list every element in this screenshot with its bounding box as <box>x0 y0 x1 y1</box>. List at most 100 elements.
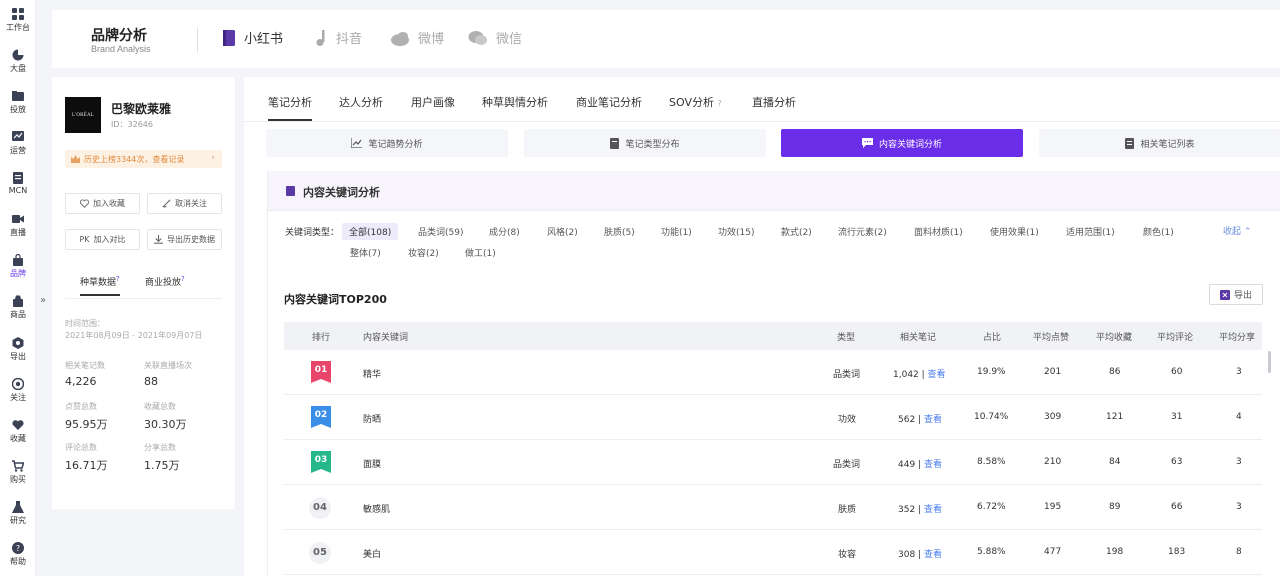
cell-likes: 477 <box>1044 547 1062 557</box>
date-range-label: 时间范围： <box>65 319 105 328</box>
add-compare-button[interactable]: PK 加入对比 <box>65 229 140 250</box>
analysis-tabs: 笔记分析 达人分析 用户画像 种草舆情分析 商业笔记分析 SOV分析 ? 直播分… <box>244 77 1280 122</box>
nav-item-research[interactable]: 研究 <box>0 501 36 526</box>
tab-live-analysis[interactable]: 直播分析 <box>752 94 796 110</box>
cell-ratio: 10.74% <box>974 412 1009 422</box>
stat-value: 1.75万 <box>144 459 180 472</box>
subtab-notes-trend[interactable]: 笔记趋势分析 <box>266 129 508 157</box>
keyword-filter[interactable]: 肤质(5) <box>604 225 635 238</box>
keyword-filter-all[interactable]: 全部(108) <box>342 223 399 240</box>
keyword-filter[interactable]: 流行元素(2) <box>838 225 887 238</box>
tab-kol-analysis[interactable]: 达人分析 <box>339 94 383 110</box>
history-ranking-link[interactable]: 历史上榜3344次，查看记录 › <box>65 150 222 168</box>
view-link[interactable]: 查看 <box>924 415 942 425</box>
tab-commercial-notes[interactable]: 商业笔记分析 <box>576 94 642 110</box>
nav-item-mcn[interactable]: MCN <box>0 172 36 195</box>
sidebar-expand-toggle[interactable]: » <box>40 295 46 306</box>
cell-shares: 8 <box>1236 547 1242 557</box>
platform-tab-weibo[interactable]: 微博 <box>390 28 444 47</box>
heart-outline-icon <box>80 199 89 208</box>
tab-commercial-ads[interactable]: 商业投放? <box>145 275 185 288</box>
nav-item-brand[interactable]: 品牌 <box>0 254 36 279</box>
platform-tab-xiaohongshu[interactable]: 小红书 <box>222 28 283 47</box>
tab-seeding-data[interactable]: 种草数据? <box>80 275 120 296</box>
page-subtitle: Brand Analysis <box>91 44 151 54</box>
help-icon: ? <box>12 542 24 554</box>
rank-badge: 01 <box>311 361 331 383</box>
subtab-content-keywords[interactable]: 内容关键词分析 <box>781 129 1023 157</box>
stat-value: 30.30万 <box>144 418 187 431</box>
cart-icon <box>12 460 24 472</box>
nav-item-follow[interactable]: 关注 <box>0 378 36 403</box>
subtab-related-notes[interactable]: 相关笔记列表 <box>1039 129 1280 157</box>
tab-user-profile[interactable]: 用户画像 <box>411 94 455 110</box>
cell-comments: 63 <box>1171 457 1183 467</box>
column-header: 内容关键词 <box>363 333 409 343</box>
table-scrollbar[interactable] <box>1268 351 1271 373</box>
unfollow-icon <box>162 199 171 208</box>
collapse-toggle[interactable]: 收起 ⌃ <box>1223 224 1251 237</box>
nav-item-export[interactable]: 导出 <box>0 337 36 362</box>
cell-type: 品类词 <box>833 370 861 380</box>
comment-icon <box>861 138 873 148</box>
nav-label: 收藏 <box>10 434 26 443</box>
notes-count: 449 <box>898 460 916 470</box>
nav-label: MCN <box>8 186 28 195</box>
nav-item-workbench[interactable]: 工作台 <box>0 8 36 33</box>
cell-keyword: 面膜 <box>363 460 382 470</box>
flask-icon <box>12 501 24 513</box>
keyword-filter[interactable]: 做工(1) <box>465 246 496 259</box>
shop-icon <box>13 295 23 307</box>
unfollow-button[interactable]: 取消关注 <box>147 193 222 214</box>
platform-tab-douyin[interactable]: 抖音 <box>314 28 362 47</box>
nav-item-collect[interactable]: 收藏 <box>0 419 36 444</box>
nav-item-goods[interactable]: 商品 <box>0 295 36 320</box>
nav-item-help[interactable]: ? 帮助 <box>0 542 36 567</box>
tab-notes-analysis[interactable]: 笔记分析 <box>268 94 312 121</box>
nav-item-operations[interactable]: 运营 <box>0 131 36 156</box>
tab-label: SOV分析 <box>669 96 714 109</box>
nav-item-buy[interactable]: 购买 <box>0 460 36 485</box>
button-label: 取消关注 <box>175 199 207 208</box>
keyword-filter[interactable]: 款式(2) <box>781 225 812 238</box>
view-link[interactable]: 查看 <box>924 460 942 470</box>
keyword-filter[interactable]: 品类词(59) <box>418 225 463 238</box>
cell-shares: 4 <box>1236 412 1242 422</box>
cell-shares: 3 <box>1236 457 1242 467</box>
cell-type: 品类词 <box>833 460 861 470</box>
keyword-filter[interactable]: 功能(1) <box>661 225 692 238</box>
view-link[interactable]: 查看 <box>924 550 942 560</box>
keyword-filter[interactable]: 使用效果(1) <box>990 225 1039 238</box>
view-link[interactable]: 查看 <box>924 505 942 515</box>
keyword-filter[interactable]: 面料材质(1) <box>914 225 963 238</box>
chevron-right-icon: › <box>211 153 215 163</box>
cell-type: 妆容 <box>838 550 857 560</box>
column-header: 占比 <box>983 333 1002 343</box>
export-history-button[interactable]: 导出历史数据 <box>147 229 222 250</box>
keyword-filter[interactable]: 妆容(2) <box>408 246 439 259</box>
section-header: 内容关键词分析 <box>268 171 1280 211</box>
keyword-filter[interactable]: 颜色(1) <box>1143 225 1174 238</box>
nav-label: 直播 <box>10 228 26 237</box>
keyword-filter[interactable]: 成分(8) <box>489 225 520 238</box>
video-icon <box>12 215 24 223</box>
stat-label: 相关笔记数 <box>65 361 105 370</box>
add-favorite-button[interactable]: 加入收藏 <box>65 193 140 214</box>
nav-item-dashboard[interactable]: 大盘 <box>0 49 36 74</box>
keyword-filter[interactable]: 功效(15) <box>718 225 754 238</box>
nav-item-live[interactable]: 直播 <box>0 213 36 238</box>
cell-collects: 198 <box>1106 547 1124 557</box>
column-header: 平均分享 <box>1219 333 1256 343</box>
view-link[interactable]: 查看 <box>928 370 946 380</box>
platform-tab-wechat[interactable]: 微信 <box>468 28 522 47</box>
cell-comments: 60 <box>1171 367 1183 377</box>
nav-item-ads[interactable]: 投放 <box>0 90 36 115</box>
export-button[interactable]: 导出 <box>1209 284 1263 305</box>
cell-likes: 210 <box>1044 457 1062 467</box>
keyword-filter[interactable]: 风格(2) <box>547 225 578 238</box>
tab-sov-analysis[interactable]: SOV分析 ? <box>669 94 722 110</box>
keyword-filter[interactable]: 适用范围(1) <box>1066 225 1115 238</box>
tab-sentiment-analysis[interactable]: 种草舆情分析 <box>482 94 548 110</box>
subtab-notes-type[interactable]: 笔记类型分布 <box>524 129 766 157</box>
keyword-filter[interactable]: 整体(7) <box>350 246 381 259</box>
